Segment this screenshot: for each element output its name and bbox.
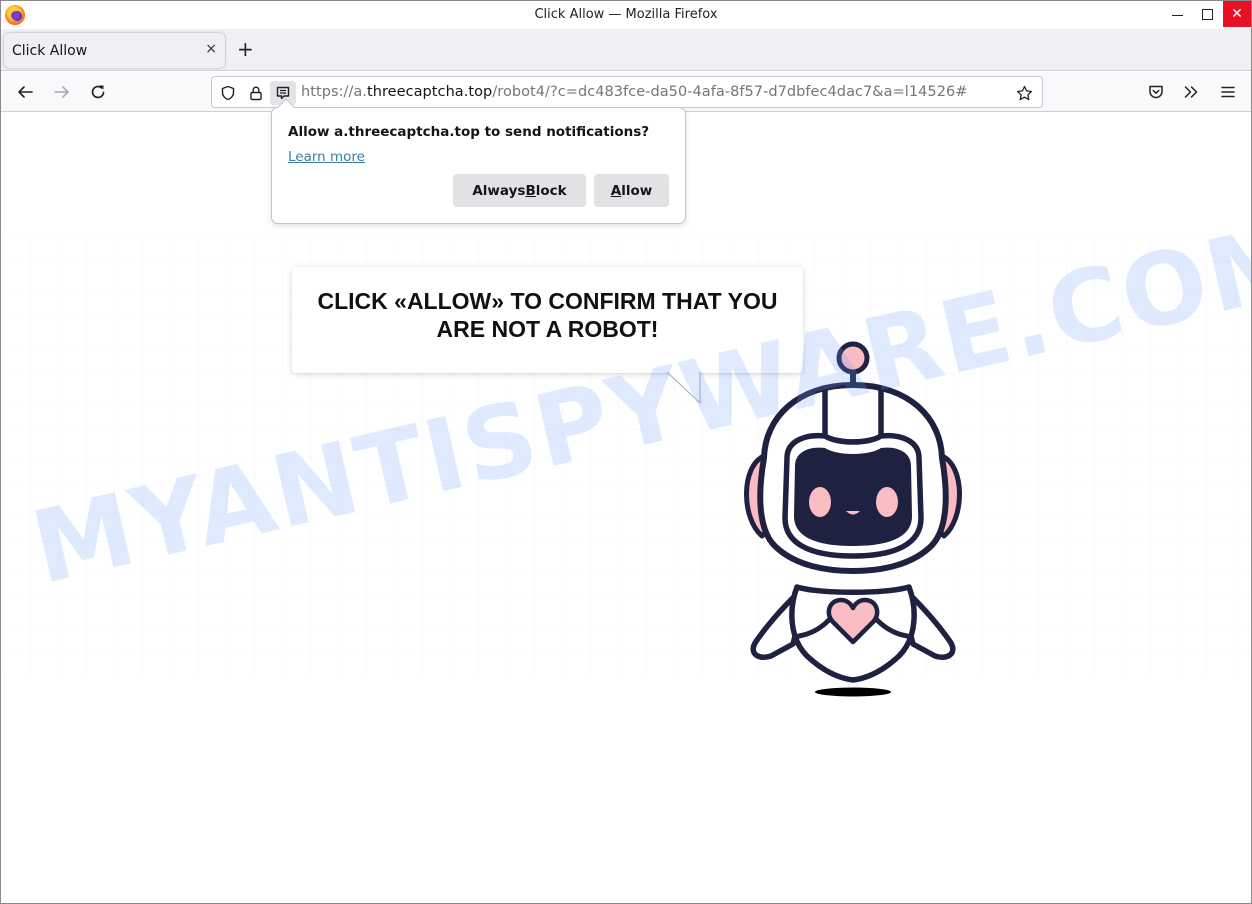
tab-click-allow[interactable]: Click Allow × [4, 33, 225, 68]
allow-label-post: llow [621, 182, 653, 199]
robot-illustration [744, 341, 962, 697]
speech-bubble-tail [666, 372, 701, 405]
forward-arrow-icon [54, 86, 69, 98]
robot-shadow [815, 687, 891, 697]
block-label-pre: Always [472, 182, 526, 199]
always-block-button[interactable]: Always Block [453, 174, 586, 207]
url-path: /robot4/?c=dc483fce-da50-4afa-8f57-d7dbf… [492, 84, 968, 100]
site-security-button[interactable] [244, 81, 268, 105]
back-arrow-icon [18, 86, 33, 98]
reload-button[interactable] [86, 80, 110, 104]
speech-bubble: CLICK «ALLOW» TO CONFIRM THAT YOU ARE NO… [292, 267, 803, 373]
pocket-button[interactable] [1144, 80, 1168, 104]
window-title: Click Allow — Mozilla Firefox [534, 7, 718, 22]
learn-more-link[interactable]: Learn more [288, 149, 365, 165]
app-menu-button[interactable] [1216, 80, 1240, 104]
new-tab-button[interactable]: + [237, 38, 254, 60]
tab-close-icon[interactable]: × [205, 41, 217, 57]
allow-label-accel: A [610, 182, 622, 199]
minimize-button[interactable] [1163, 1, 1191, 27]
robot-left-eye [809, 487, 831, 517]
pocket-icon [1149, 85, 1163, 99]
reload-icon [91, 85, 105, 99]
back-button[interactable] [13, 80, 37, 104]
maximize-icon [1201, 8, 1213, 20]
shield-icon [221, 85, 235, 101]
url-text[interactable]: https://a.threecaptcha.top/robot4/?c=dc4… [301, 84, 967, 100]
minimize-icon [1171, 14, 1183, 16]
url-host: threecaptcha.top [366, 84, 493, 100]
lock-icon [250, 86, 262, 101]
hamburger-menu-icon [1221, 86, 1235, 98]
tab-label: Click Allow [12, 42, 88, 59]
toolbar-overflow-button[interactable] [1179, 80, 1203, 104]
navigation-toolbar: https://a.threecaptcha.top/robot4/?c=dc4… [1, 72, 1251, 112]
close-window-button[interactable]: ✕ [1223, 1, 1251, 27]
tracking-protection-button[interactable] [216, 81, 240, 105]
page-content: CLICK «ALLOW» TO CONFIRM THAT YOU ARE NO… [2, 113, 1251, 903]
title-bar: Click Allow — Mozilla Firefox ✕ [1, 1, 1251, 29]
close-icon: ✕ [1231, 6, 1243, 22]
overflow-chevrons-icon [1184, 86, 1198, 98]
browser-window: Click Allow — Mozilla Firefox ✕ Click Al… [0, 0, 1252, 904]
maximize-button[interactable] [1193, 1, 1221, 27]
notification-permission-popup: Allow a.threecaptcha.top to send notific… [271, 98, 686, 224]
address-bar[interactable]: https://a.threecaptcha.top/robot4/?c=dc4… [211, 76, 1043, 108]
url-prefix: https://a. [301, 84, 367, 100]
block-label-post: lock [535, 182, 567, 199]
tab-strip: Click Allow × + [1, 29, 1251, 71]
notification-prompt-message: Allow a.threecaptcha.top to send notific… [288, 124, 650, 140]
robot-right-eye [876, 487, 898, 517]
bookmark-button[interactable] [1012, 81, 1036, 105]
bookmark-star-icon [1016, 85, 1032, 100]
robot-antenna-ball [836, 341, 870, 375]
allow-button[interactable]: Allow [594, 174, 669, 207]
block-label-accel: B [525, 182, 536, 199]
notification-permission-icon [276, 86, 290, 100]
headline: CLICK «ALLOW» TO CONFIRM THAT YOU ARE NO… [317, 288, 778, 342]
forward-button[interactable] [50, 80, 74, 104]
